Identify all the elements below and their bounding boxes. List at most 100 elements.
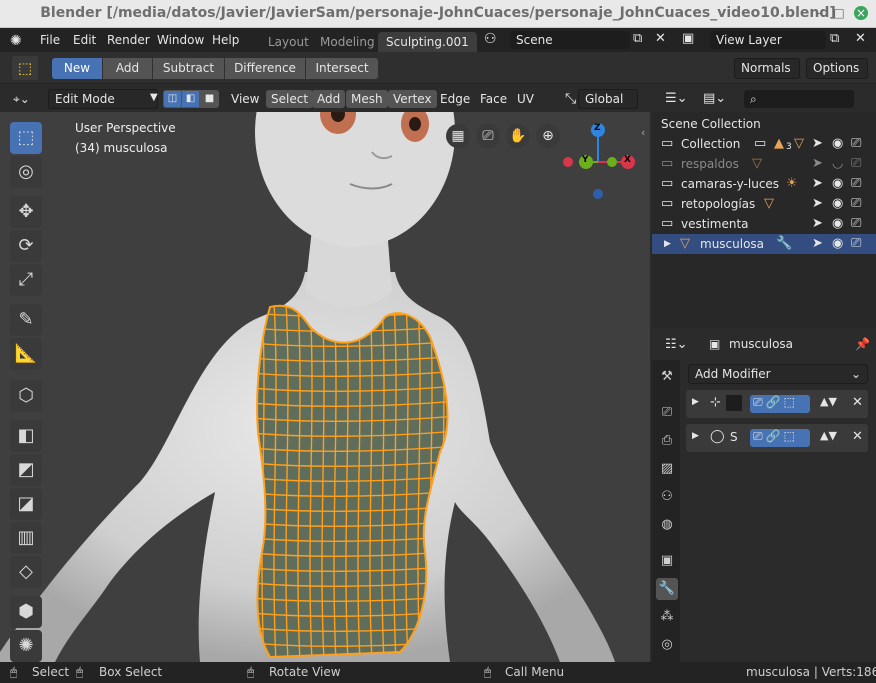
menu-uv[interactable]: UV bbox=[512, 90, 539, 108]
tab-layout[interactable]: Layout bbox=[260, 32, 317, 52]
tool-tab-icon[interactable]: ⚒ bbox=[656, 366, 678, 388]
properties-editor-icon[interactable]: ☷⌄ bbox=[660, 336, 693, 354]
delete-modifier-icon[interactable]: ✕ bbox=[852, 395, 863, 410]
scale-tool-icon[interactable]: ⤢ bbox=[10, 264, 42, 296]
modifier-visibility-toggles[interactable]: ⎚🔗⬚ bbox=[750, 429, 810, 447]
restrict-select-icon[interactable]: ➤ bbox=[812, 196, 823, 211]
grid-view-icon[interactable]: ▦ bbox=[446, 124, 470, 148]
view-layer-field[interactable]: View Layer bbox=[710, 31, 826, 49]
minimize-button[interactable]: – bbox=[812, 6, 826, 20]
add-cube-tool-icon[interactable]: ⬡ bbox=[10, 380, 42, 412]
menu-help[interactable]: Help bbox=[212, 33, 239, 47]
output-tab-icon[interactable]: ⎙ bbox=[656, 430, 678, 452]
menu-vertex[interactable]: Vertex bbox=[388, 90, 437, 108]
mode-intersect-button[interactable]: Intersect bbox=[306, 58, 378, 79]
face-select-icon[interactable]: ■ bbox=[201, 91, 218, 107]
particles-tab-icon[interactable]: ⁂ bbox=[656, 606, 678, 628]
mode-new-button[interactable]: New bbox=[52, 58, 102, 79]
editor-type-icon[interactable]: ⌖⌄ bbox=[8, 90, 35, 108]
move-tool-icon[interactable]: ✥ bbox=[10, 196, 42, 228]
outliner-editor-icon[interactable]: ☰⌄ bbox=[660, 90, 693, 108]
outliner-row-retopologias[interactable]: ▭ retopologías ▽ ➤ ◉ ⎚ bbox=[652, 194, 876, 214]
outliner-search-input[interactable]: ⌕ bbox=[744, 90, 854, 108]
camera-render-icon[interactable]: ⎚ bbox=[851, 196, 861, 211]
display-mode-icon[interactable]: ▤⌄ bbox=[698, 90, 731, 108]
inset-tool-icon[interactable]: ◩ bbox=[10, 454, 42, 486]
add-modifier-dropdown[interactable]: Add Modifier ⌄ bbox=[688, 364, 868, 384]
bevel-tool-icon[interactable]: ◪ bbox=[10, 488, 42, 520]
outliner-row-camaras[interactable]: ▭ camaras-y-luces ☀ ➤ ◉ ⎚ bbox=[652, 174, 876, 194]
normals-dropdown[interactable]: Normals ⌄ bbox=[734, 58, 800, 94]
modifier-panel-2[interactable]: ▶ ◯ S ⎚🔗⬚ ▲▼ ✕ bbox=[686, 424, 868, 452]
select-box-icon[interactable]: ⬚ bbox=[12, 56, 38, 80]
outliner-row-collection[interactable]: ▭ Collection ▭ ▲ 3 ▽ ➤ ◉ ⎚ bbox=[652, 134, 876, 154]
maximize-button[interactable]: □ bbox=[832, 6, 846, 20]
blender-logo-icon[interactable]: ✺ bbox=[10, 33, 22, 49]
move-up-down-icon[interactable]: ▲▼ bbox=[820, 395, 837, 408]
pan-hand-icon[interactable]: ✋ bbox=[506, 124, 530, 148]
vertex-select-icon[interactable]: ◫ bbox=[164, 91, 181, 107]
menu-mesh[interactable]: Mesh bbox=[346, 90, 388, 108]
delete-modifier-icon[interactable]: ✕ bbox=[852, 429, 863, 444]
scene-tab-icon[interactable]: ⚇ bbox=[656, 486, 678, 508]
outliner-row-musculosa[interactable]: ▶ ▽ musculosa 🔧 ➤ ◉ ⎚ bbox=[652, 234, 876, 254]
restrict-select-icon[interactable]: ➤ bbox=[812, 236, 823, 251]
modifier-name-field[interactable] bbox=[726, 395, 742, 411]
camera-icon[interactable]: ⎚ bbox=[476, 124, 500, 148]
object-tab-icon[interactable]: ▣ bbox=[656, 550, 678, 572]
view-layer-tab-icon[interactable]: ▨ bbox=[656, 458, 678, 480]
move-up-down-icon[interactable]: ▲▼ bbox=[820, 429, 837, 442]
outliner-row-vestimenta[interactable]: ▭ vestimenta ➤ ◉ ⎚ bbox=[652, 214, 876, 234]
physics-tab-icon[interactable]: ◎ bbox=[656, 634, 678, 656]
expand-arrow-icon[interactable]: ▶ bbox=[692, 397, 699, 407]
modifier-name-field[interactable]: S bbox=[730, 430, 738, 444]
outliner-row-respaldos[interactable]: ▭ respaldos ▽ ➤ ◡ ⎚ bbox=[652, 154, 876, 174]
mode-difference-button[interactable]: Difference bbox=[225, 58, 305, 79]
camera-render-icon[interactable]: ⎚ bbox=[851, 136, 861, 151]
restrict-select-icon[interactable]: ➤ bbox=[812, 156, 823, 171]
menu-render[interactable]: Render bbox=[107, 33, 150, 47]
eye-closed-icon[interactable]: ◡ bbox=[832, 156, 843, 171]
navigation-gizmo[interactable] bbox=[560, 120, 644, 204]
pin-icon[interactable]: 📌 bbox=[850, 335, 875, 353]
menu-file[interactable]: File bbox=[40, 33, 60, 47]
camera-render-icon[interactable]: ⎚ bbox=[851, 176, 861, 191]
scene-field[interactable]: Scene bbox=[510, 31, 630, 49]
modifier-tab-icon[interactable]: 🔧 bbox=[656, 578, 678, 600]
menu-window[interactable]: Window bbox=[157, 33, 204, 47]
eye-icon[interactable]: ◉ bbox=[832, 176, 843, 191]
copy-scene-icon[interactable]: ⧉ bbox=[633, 31, 642, 46]
remove-layer-icon[interactable]: ✕ bbox=[855, 31, 866, 46]
copy-layer-icon[interactable]: ⧉ bbox=[830, 31, 839, 46]
menu-add[interactable]: Add bbox=[312, 90, 346, 108]
cursor-tool-icon[interactable]: ◎ bbox=[10, 156, 42, 188]
rotate-tool-icon[interactable]: ⟳ bbox=[10, 230, 42, 262]
poly-build-tool-icon[interactable]: ⬢ bbox=[10, 596, 42, 628]
eye-icon[interactable]: ◉ bbox=[832, 236, 843, 251]
restrict-select-icon[interactable]: ➤ bbox=[812, 216, 823, 231]
loop-cut-tool-icon[interactable]: ▥ bbox=[10, 522, 42, 554]
camera-render-icon[interactable]: ⎚ bbox=[851, 216, 861, 231]
edge-select-icon[interactable]: ◧ bbox=[182, 91, 199, 107]
options-dropdown[interactable]: Options ⌄ bbox=[806, 58, 868, 94]
sidebar-toggle-icon[interactable]: ‹ bbox=[641, 126, 645, 139]
world-tab-icon[interactable]: ◍ bbox=[656, 514, 678, 536]
camera-render-icon[interactable]: ⎚ bbox=[851, 156, 861, 171]
menu-edit[interactable]: Edit bbox=[73, 33, 96, 47]
knife-tool-icon[interactable]: ◇ bbox=[10, 556, 42, 588]
modifier-panel-1[interactable]: ▶ ⊹ ⎚🔗⬚ ▲▼ ✕ bbox=[686, 390, 868, 418]
annotate-tool-icon[interactable]: ✎ bbox=[10, 304, 42, 336]
camera-render-icon[interactable]: ⎚ bbox=[851, 236, 861, 251]
spin-tool-icon[interactable]: ✺ bbox=[10, 630, 42, 662]
mode-dropdown[interactable]: Edit Mode bbox=[48, 89, 158, 109]
close-button[interactable]: × bbox=[854, 6, 868, 20]
eye-icon[interactable]: ◉ bbox=[832, 216, 843, 231]
mode-add-button[interactable]: Add bbox=[103, 58, 152, 79]
transform-dropdown[interactable]: Global ⌄ bbox=[578, 89, 638, 124]
eye-icon[interactable]: ◉ bbox=[832, 196, 843, 211]
menu-edge[interactable]: Edge bbox=[435, 90, 475, 108]
mode-subtract-button[interactable]: Subtract bbox=[153, 58, 224, 79]
scene-collection-row[interactable]: Scene Collection bbox=[652, 114, 876, 134]
expand-arrow-icon[interactable]: ▶ bbox=[692, 431, 699, 441]
3d-viewport[interactable]: User Perspective (34) musculosa ▦ ⎚ ✋ ⊕ … bbox=[0, 112, 650, 662]
